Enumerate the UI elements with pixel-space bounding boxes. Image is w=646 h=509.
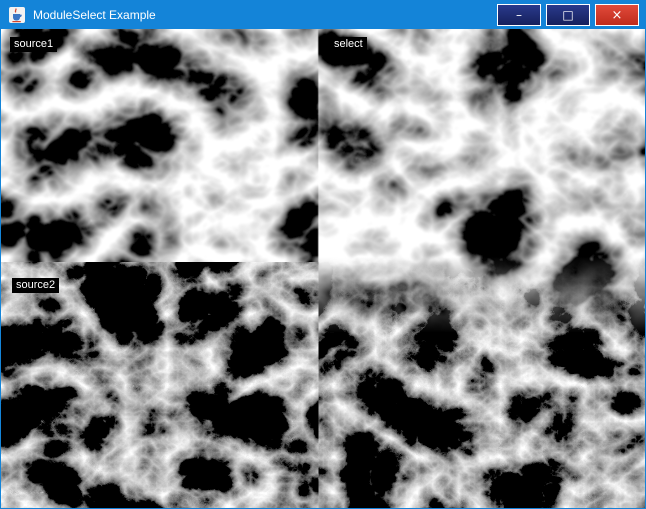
source2-label: source2 <box>12 278 59 293</box>
window-title: ModuleSelect Example <box>33 8 497 22</box>
source1-layer <box>1 29 312 267</box>
window-controls: – □ × <box>497 4 639 26</box>
source2-layer <box>1 267 312 508</box>
close-button[interactable]: × <box>595 4 639 26</box>
minimize-button[interactable]: – <box>497 4 541 26</box>
select-label: select <box>330 37 367 52</box>
source1-label: source1 <box>10 37 57 52</box>
java-coffee-cup-icon[interactable] <box>9 7 25 23</box>
noise-canvas <box>1 29 645 508</box>
render-area: source1 select source2 <box>1 29 645 508</box>
titlebar[interactable]: ModuleSelect Example – □ × <box>1 1 645 29</box>
maximize-button[interactable]: □ <box>546 4 590 26</box>
app-window: ModuleSelect Example – □ × <box>0 0 646 509</box>
